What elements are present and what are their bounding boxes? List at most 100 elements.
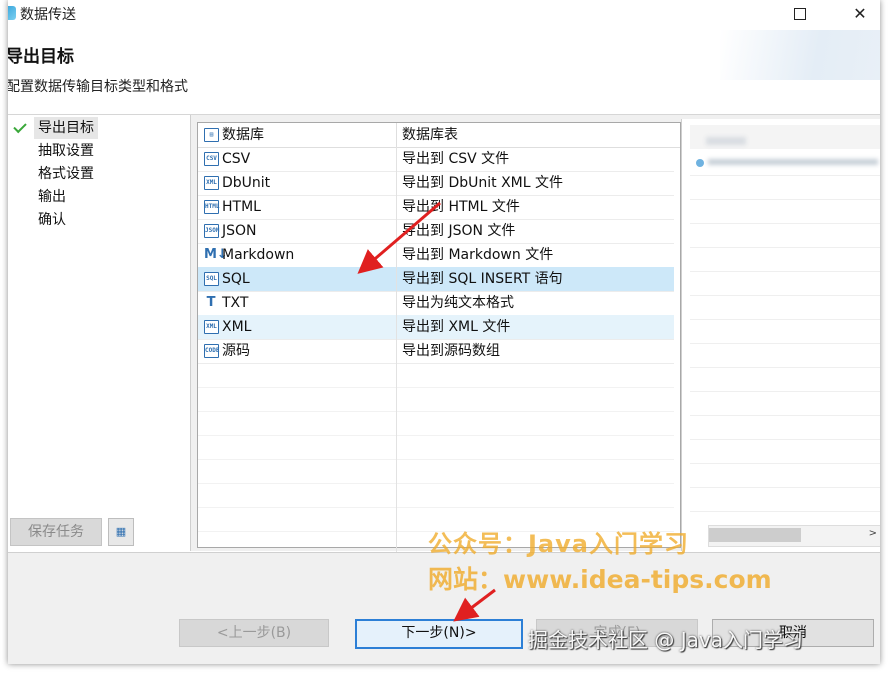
column-separator <box>396 147 397 171</box>
preview-grid-line <box>690 199 880 200</box>
preview-grid-line <box>690 175 880 176</box>
empty-table-row <box>198 387 674 412</box>
column-separator <box>396 171 397 195</box>
row-type-name: 源码 <box>222 343 250 359</box>
preview-grid-line <box>690 415 880 416</box>
column-separator <box>396 243 397 267</box>
txt-icon: T <box>206 295 216 310</box>
scrollbar-thumb[interactable] <box>709 528 801 542</box>
column-separator <box>396 435 397 459</box>
horizontal-scrollbar[interactable]: > <box>708 525 880 547</box>
table-icon: ▤ <box>204 128 219 142</box>
row-type-name: Markdown <box>222 247 295 263</box>
xml-icon: XML <box>204 176 219 190</box>
table-row-json[interactable]: JSON JSON 导出到 JSON 文件 <box>198 219 674 244</box>
nav-step-confirm[interactable]: 确认 <box>34 209 70 231</box>
database-icon: ▦ <box>115 525 127 538</box>
row-type-description: 导出到 HTML 文件 <box>402 199 520 215</box>
wizard-body: 导出目标 抽取设置 格式设置 输出 确认 保存任务 ▦ ▤ 数据库 数据库表 C… <box>8 115 880 556</box>
watermark-website: 网站：www.idea-tips.com <box>428 565 772 594</box>
markdown-icon: M↓ <box>204 247 228 262</box>
column-separator <box>396 219 397 243</box>
maximize-button[interactable] <box>788 2 812 26</box>
row-type-name: SQL <box>222 271 250 287</box>
preview-row <box>690 155 880 169</box>
row-type-name: HTML <box>222 199 261 215</box>
wizard-steps-nav: 导出目标 抽取设置 格式设置 输出 确认 保存任务 ▦ <box>8 115 191 551</box>
preview-grid-line <box>690 439 880 440</box>
sql-icon: SQL <box>204 272 219 286</box>
column-separator <box>396 411 397 435</box>
column-header-table[interactable]: 数据库表 <box>397 123 673 147</box>
window-title: 数据传送 <box>20 7 76 23</box>
table-row-xml[interactable]: XML XML 导出到 XML 文件 <box>198 315 674 340</box>
column-separator <box>396 483 397 507</box>
preview-grid-line <box>690 343 880 344</box>
code-icon: CODE <box>204 344 219 358</box>
page-subtitle: 配置数据传输目标类型和格式 <box>8 79 188 95</box>
column-separator <box>396 315 397 339</box>
column-separator <box>396 459 397 483</box>
header-decoration <box>720 30 880 80</box>
nav-step-export-target[interactable]: 导出目标 <box>34 117 98 139</box>
table-row-markdown[interactable]: M↓ Markdown 导出到 Markdown 文件 <box>198 243 674 268</box>
save-task-icon-button[interactable]: ▦ <box>108 518 134 546</box>
wizard-header: 导出目标 配置数据传输目标类型和格式 <box>8 30 880 115</box>
table-row-sql[interactable]: SQL SQL 导出到 SQL INSERT 语句 <box>198 267 674 292</box>
row-type-description: 导出到 Markdown 文件 <box>402 247 554 263</box>
column-separator <box>396 387 397 411</box>
row-type-name: DbUnit <box>222 175 271 191</box>
row-type-description: 导出到 JSON 文件 <box>402 223 516 239</box>
column-separator <box>396 363 397 387</box>
preview-grid-line <box>690 295 880 296</box>
row-type-name: TXT <box>222 295 249 311</box>
preview-grid-line <box>690 367 880 368</box>
preview-grid-line <box>690 511 880 512</box>
row-type-name: CSV <box>222 151 251 167</box>
row-type-name: XML <box>222 319 252 335</box>
preview-header-blur <box>706 137 746 145</box>
table-row-source-code[interactable]: CODE 源码 导出到源码数组 <box>198 339 674 364</box>
row-type-description: 导出到 CSV 文件 <box>402 151 510 167</box>
nav-step-extract-settings[interactable]: 抽取设置 <box>34 140 98 162</box>
prev-button[interactable]: <上一步(B) <box>179 619 329 647</box>
scroll-right-icon[interactable]: > <box>869 528 877 539</box>
nav-step-output[interactable]: 输出 <box>34 186 70 208</box>
next-button[interactable]: 下一步(N)> <box>355 619 523 649</box>
table-header: ▤ 数据库 数据库表 <box>198 123 680 148</box>
row-type-description: 导出到源码数组 <box>402 343 500 359</box>
column-separator <box>396 339 397 363</box>
html-icon: HTML <box>204 200 219 214</box>
xml-icon: XML <box>204 320 219 334</box>
preview-text-blur <box>708 159 878 165</box>
preview-grid-line <box>690 487 880 488</box>
empty-table-row <box>198 435 674 460</box>
nav-step-format-settings[interactable]: 格式设置 <box>34 163 98 185</box>
watermark-juejin: 掘金技术社区 @ Java入门学习 <box>528 628 803 652</box>
preview-grid-line <box>690 319 880 320</box>
column-separator <box>396 267 397 291</box>
row-type-description: 导出到 SQL INSERT 语句 <box>402 271 563 287</box>
table-row-txt[interactable]: T TXT 导出为纯文本格式 <box>198 291 674 316</box>
column-header-database[interactable]: ▤ 数据库 <box>198 123 397 147</box>
table-row-html[interactable]: HTML HTML 导出到 HTML 文件 <box>198 195 674 220</box>
page-title: 导出目标 <box>8 47 74 67</box>
close-button[interactable]: ✕ <box>848 2 872 26</box>
table-row-dbunit[interactable]: XML DbUnit 导出到 DbUnit XML 文件 <box>198 171 674 196</box>
empty-table-row <box>198 483 674 508</box>
empty-table-row <box>198 411 674 436</box>
column-header-table-label: 数据库表 <box>402 127 458 143</box>
check-icon <box>13 119 27 134</box>
json-icon: JSON <box>204 224 219 238</box>
row-type-name: JSON <box>222 223 257 239</box>
watermark-wechat: 公众号：Java入门学习 <box>428 530 689 558</box>
table-row-csv[interactable]: CSV CSV 导出到 CSV 文件 <box>198 147 674 172</box>
csv-icon: CSV <box>204 152 219 166</box>
preview-grid-line <box>690 247 880 248</box>
preview-header <box>690 125 880 149</box>
preview-grid-line <box>690 391 880 392</box>
save-task-button[interactable]: 保存任务 <box>10 518 102 546</box>
row-type-description: 导出到 DbUnit XML 文件 <box>402 175 563 191</box>
preview-grid-line <box>690 463 880 464</box>
column-separator <box>396 195 397 219</box>
